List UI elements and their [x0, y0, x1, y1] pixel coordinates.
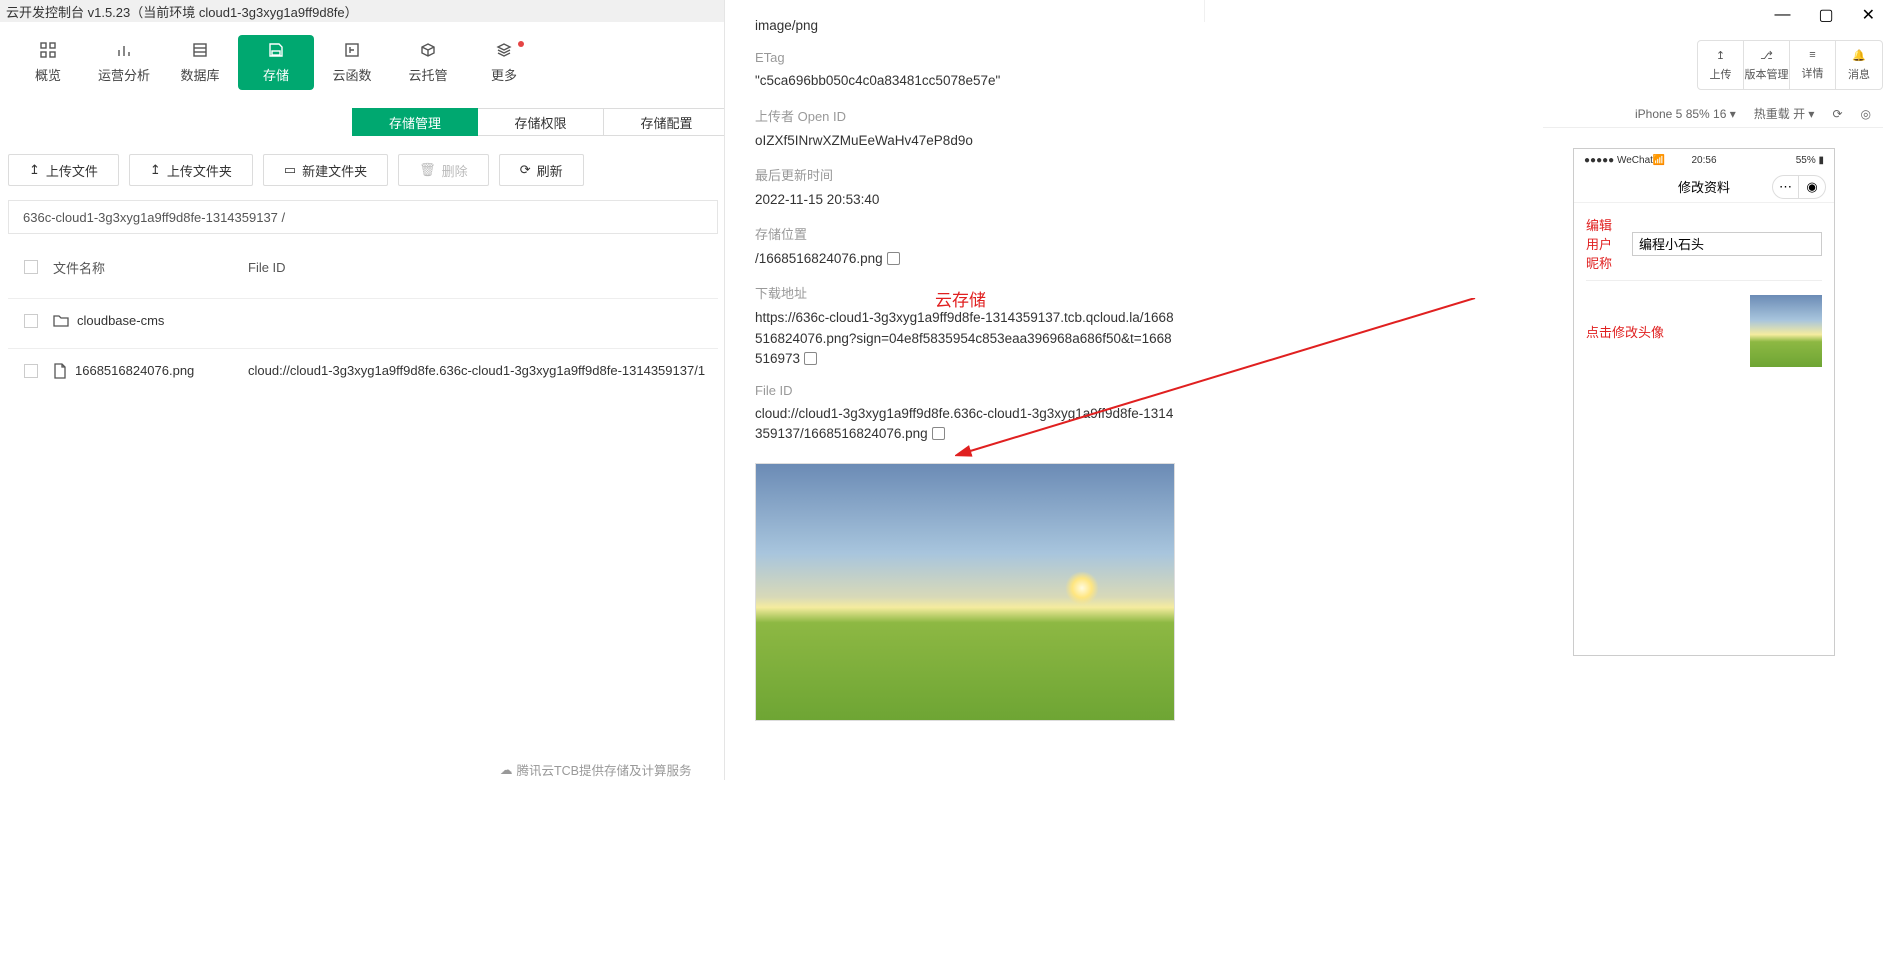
target-icon[interactable]: ◎: [1861, 107, 1871, 121]
nav-hosting[interactable]: 云托管: [390, 35, 466, 90]
toolbar-detail[interactable]: ≡ 详情: [1790, 41, 1836, 89]
detail-uploader-label: 上传者 Open ID: [755, 106, 1178, 125]
nav-storage[interactable]: 存储: [238, 35, 314, 90]
menu-icon: ≡: [1809, 49, 1815, 61]
upload-icon: ↥: [29, 162, 40, 178]
detail-uploader: oIZXf5INrwXZMuEeWaHv47eP8d9o: [755, 131, 1178, 151]
wifi-icon: 📶: [1653, 155, 1665, 166]
col-fileid: File ID: [248, 260, 718, 275]
image-preview: [755, 463, 1175, 721]
copy-icon[interactable]: [887, 252, 900, 265]
cloud-icon: ☁: [500, 762, 513, 777]
nav-functions[interactable]: 云函数: [314, 35, 390, 90]
target-icon[interactable]: ◉: [1799, 176, 1825, 198]
file-detail-panel: image/png ETag "c5ca696bb050c4c0a83481cc…: [724, 0, 1204, 780]
folder-plus-icon: ▭: [284, 162, 296, 178]
detail-url: https://636c-cloud1-3g3xyg1a9ff9d8fe-131…: [755, 308, 1178, 369]
nickname-input[interactable]: [1632, 232, 1822, 256]
refresh-icon: ⟳: [520, 162, 531, 178]
refresh-icon[interactable]: ⟳: [1832, 107, 1842, 121]
copy-icon[interactable]: [932, 427, 945, 440]
select-all-checkbox[interactable]: [24, 260, 38, 274]
breadcrumb[interactable]: 636c-cloud1-3g3xyg1a9ff9d8fe-1314359137 …: [8, 200, 718, 234]
outer-window-controls: ― ▢ ✕: [1555, 0, 1895, 30]
avatar-label[interactable]: 点击修改头像: [1586, 322, 1664, 341]
phone-simulator: ●●●●● WeChat📶 20:56 55% ▮ 修改资料 ⋯ ◉ 编辑用户昵…: [1573, 148, 1835, 656]
tab-manage[interactable]: 存储管理: [352, 108, 478, 136]
detail-fileid: cloud://cloud1-3g3xyg1a9ff9d8fe.636c-clo…: [755, 404, 1178, 445]
detail-fileid-label: File ID: [755, 383, 1178, 398]
detail-location: /1668516824076.png: [755, 249, 1178, 269]
chart-icon: [115, 41, 133, 59]
right-toolbar: ↥ 上传 ⎇ 版本管理 ≡ 详情 🔔 消息: [1697, 40, 1883, 90]
top-nav: 概览 运营分析 数据库 存储 云函数 云托管 更多: [10, 35, 542, 90]
phone-statusbar: ●●●●● WeChat📶 20:56 55% ▮: [1574, 149, 1834, 171]
upload-icon: ↥: [1716, 49, 1725, 62]
tab-permission[interactable]: 存储权限: [478, 108, 604, 136]
upload-folder-button[interactable]: ↥ 上传文件夹: [129, 154, 253, 186]
detail-updated-label: 最后更新时间: [755, 165, 1178, 184]
toolbar-upload[interactable]: ↥ 上传: [1698, 41, 1744, 89]
detail-etag: "c5ca696bb050c4c0a83481cc5078e57e": [755, 71, 1178, 91]
nav-more[interactable]: 更多: [466, 35, 542, 90]
row-checkbox[interactable]: [24, 364, 38, 378]
cube-icon: [419, 41, 437, 59]
copy-icon[interactable]: [804, 352, 817, 365]
time-text: 20:56: [1691, 155, 1716, 166]
tab-config[interactable]: 存储配置: [604, 108, 730, 136]
battery-text: 55% ▮: [1796, 155, 1824, 166]
delete-button[interactable]: 🗑 删除: [398, 154, 489, 186]
trash-icon: 🗑: [419, 162, 436, 178]
minimize-icon[interactable]: ―: [1774, 6, 1790, 24]
bell-icon: 🔔: [1852, 49, 1866, 62]
detail-updated: 2022-11-15 20:53:40: [755, 190, 1178, 210]
device-selector[interactable]: iPhone 5 85% 16 ▾: [1635, 107, 1736, 121]
phone-header: 修改资料 ⋯ ◉: [1574, 171, 1834, 203]
divider: [1586, 280, 1822, 281]
close-icon[interactable]: ✕: [1862, 5, 1875, 25]
layers-icon: [495, 41, 513, 59]
footer-text: ☁ 腾讯云TCB提供存储及计算服务: [500, 760, 692, 779]
grid-icon: [39, 41, 57, 59]
more-icon[interactable]: ⋯: [1773, 176, 1799, 198]
refresh-button[interactable]: ⟳ 刷新: [499, 154, 584, 186]
toolbar-message[interactable]: 🔔 消息: [1836, 41, 1882, 89]
upload-file-button[interactable]: ↥ 上传文件: [8, 154, 119, 186]
branch-icon: ⎇: [1760, 49, 1773, 62]
maximize-icon[interactable]: ▢: [1818, 5, 1833, 25]
new-folder-button[interactable]: ▭ 新建文件夹: [263, 154, 388, 186]
detail-etag-label: ETag: [755, 50, 1178, 65]
notification-dot-icon: [518, 41, 524, 47]
table-row[interactable]: 1668516824076.png cloud://cloud1-3g3xyg1…: [8, 348, 718, 392]
detail-mime: image/png: [755, 16, 1178, 36]
capsule-buttons: ⋯ ◉: [1772, 175, 1826, 199]
carrier-text: ●●●●● WeChat📶: [1584, 155, 1665, 166]
app-title: 云开发控制台 v1.5.23（当前环境 cloud1-3g3xyg1a9ff9d…: [6, 2, 358, 21]
nav-overview[interactable]: 概览: [10, 35, 86, 90]
folder-icon: [53, 314, 69, 328]
nav-database[interactable]: 数据库: [162, 35, 238, 90]
avatar-image[interactable]: [1750, 295, 1822, 367]
device-bar: iPhone 5 85% 16 ▾ 热重载 开 ▾ ⟳ ◎: [1543, 100, 1883, 128]
database-icon: [191, 41, 209, 59]
toolbar-version[interactable]: ⎇ 版本管理: [1744, 41, 1790, 89]
table-header: 文件名称 File ID: [8, 250, 718, 284]
save-icon: [267, 41, 285, 59]
nickname-row: 编辑用户昵称: [1586, 215, 1822, 272]
avatar-row: 点击修改头像: [1586, 295, 1822, 367]
detail-location-label: 存储位置: [755, 224, 1178, 243]
function-icon: [343, 41, 361, 59]
nav-analytics[interactable]: 运营分析: [86, 35, 162, 90]
table-row[interactable]: cloudbase-cms: [8, 298, 718, 342]
reload-toggle[interactable]: 热重载 开 ▾: [1754, 105, 1815, 122]
nickname-label: 编辑用户昵称: [1586, 215, 1624, 272]
action-bar: ↥ 上传文件 ↥ 上传文件夹 ▭ 新建文件夹 🗑 删除 ⟳ 刷新: [8, 154, 584, 186]
row-checkbox[interactable]: [24, 314, 38, 328]
storage-tabs: 存储管理 存储权限 存储配置: [352, 108, 730, 136]
annotation-cloud-storage: 云存储: [935, 286, 986, 311]
file-icon: [53, 363, 67, 379]
col-filename: 文件名称: [53, 258, 248, 277]
upload-icon: ↥: [150, 162, 161, 178]
